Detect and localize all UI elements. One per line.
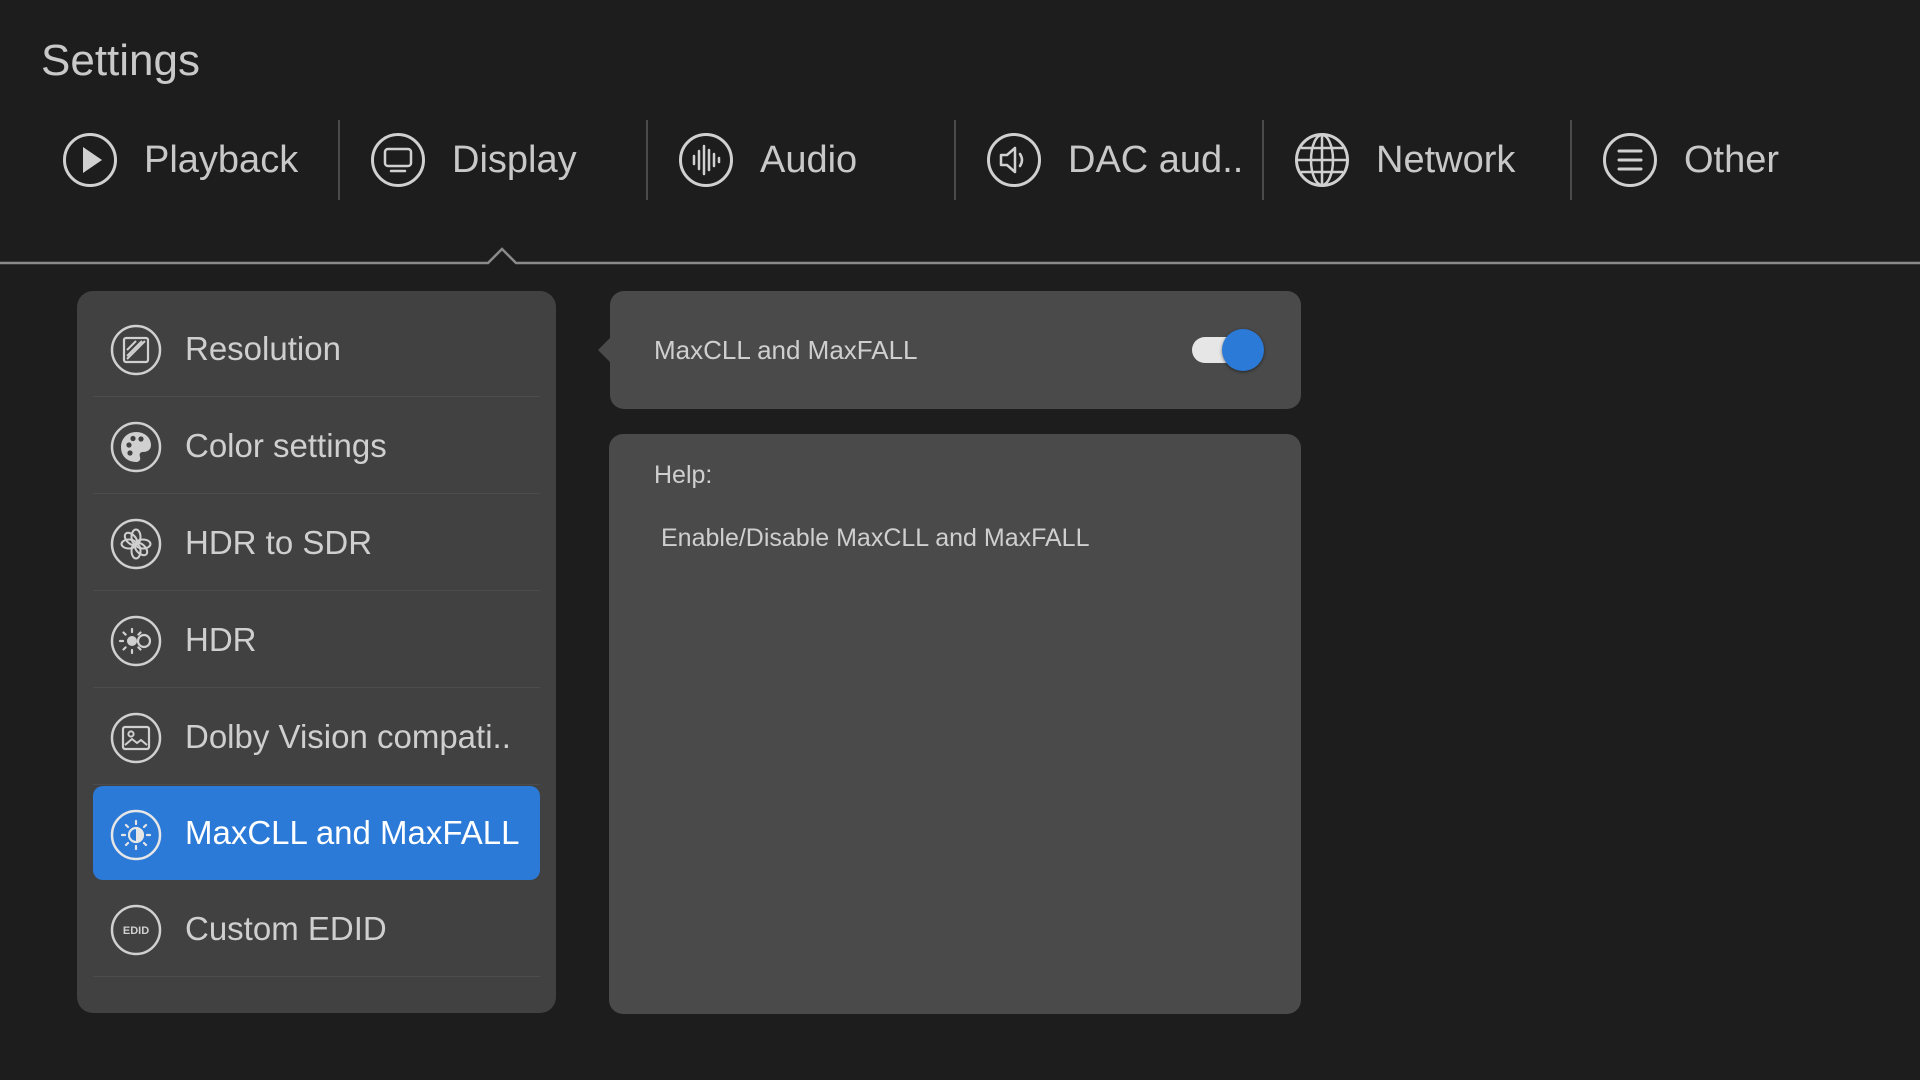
hdr-brightness-icon (110, 615, 162, 667)
tab-label: DAC aud.. (1068, 138, 1244, 181)
help-heading: Help: (654, 461, 713, 489)
tab-label: Network (1376, 138, 1516, 181)
menu-label: Dolby Vision compati.. (185, 717, 511, 755)
tab-display[interactable]: Display (338, 118, 646, 202)
menu-label: HDR (185, 620, 257, 658)
display-settings-menu: Resolution Color settings HDR to SDR HDR (77, 291, 556, 1013)
tab-label: Audio (760, 138, 858, 181)
selection-pointer (598, 338, 610, 362)
menu-item-color-settings[interactable]: Color settings (93, 398, 540, 494)
monitor-icon (370, 132, 426, 188)
switch-knob (1222, 329, 1264, 371)
menu-label: MaxCLL and MaxFALL (185, 813, 520, 851)
menu-label: HDR to SDR (185, 523, 373, 561)
tab-playback[interactable]: Playback (30, 118, 338, 202)
tab-label: Playback (144, 138, 299, 181)
menu-icon (1602, 132, 1658, 188)
menu-item-dolby-vision[interactable]: Dolby Vision compati.. (93, 689, 540, 785)
menu-label: Color settings (185, 426, 387, 464)
menu-item-custom-edid[interactable]: EDID Custom EDID (93, 881, 540, 977)
help-panel: Help: Enable/Disable MaxCLL and MaxFALL (609, 434, 1301, 1014)
resolution-icon (110, 324, 162, 376)
image-icon (110, 712, 162, 764)
page-title: Settings (41, 36, 200, 85)
menu-item-resolution[interactable]: Resolution (93, 301, 540, 397)
settings-screen: Settings Playback Display Audio DAC aud.… (0, 0, 1920, 1080)
tab-other[interactable]: Other (1570, 118, 1878, 202)
menu-item-hdr[interactable]: HDR (93, 592, 540, 688)
tab-divider (0, 247, 1920, 265)
play-icon (62, 132, 118, 188)
menu-item-hdr-to-sdr[interactable]: HDR to SDR (93, 495, 540, 591)
aperture-icon (110, 518, 162, 570)
palette-icon (110, 421, 162, 473)
globe-icon (1294, 132, 1350, 188)
tab-label: Display (452, 138, 577, 181)
tab-dac-audio[interactable]: DAC aud.. (954, 118, 1262, 202)
tab-label: Other (1684, 138, 1780, 181)
menu-label: Resolution (185, 329, 341, 367)
help-text: Enable/Disable MaxCLL and MaxFALL (661, 524, 1090, 552)
maxcll-toggle-switch[interactable] (1184, 327, 1268, 373)
menu-label: Custom EDID (185, 909, 387, 947)
speaker-icon (986, 132, 1042, 188)
setting-label: MaxCLL and MaxFALL (654, 335, 918, 365)
menu-item-maxcll-maxfall[interactable]: MaxCLL and MaxFALL (93, 786, 540, 880)
maxcll-toggle-card: MaxCLL and MaxFALL (610, 291, 1301, 409)
edid-badge-text: EDID (123, 925, 149, 937)
tab-network[interactable]: Network (1262, 118, 1570, 202)
brightness-icon (110, 809, 162, 861)
tab-audio[interactable]: Audio (646, 118, 954, 202)
edid-icon: EDID (110, 904, 162, 956)
audio-waveform-icon (678, 132, 734, 188)
settings-tab-bar: Playback Display Audio DAC aud.. Network (30, 118, 1878, 202)
